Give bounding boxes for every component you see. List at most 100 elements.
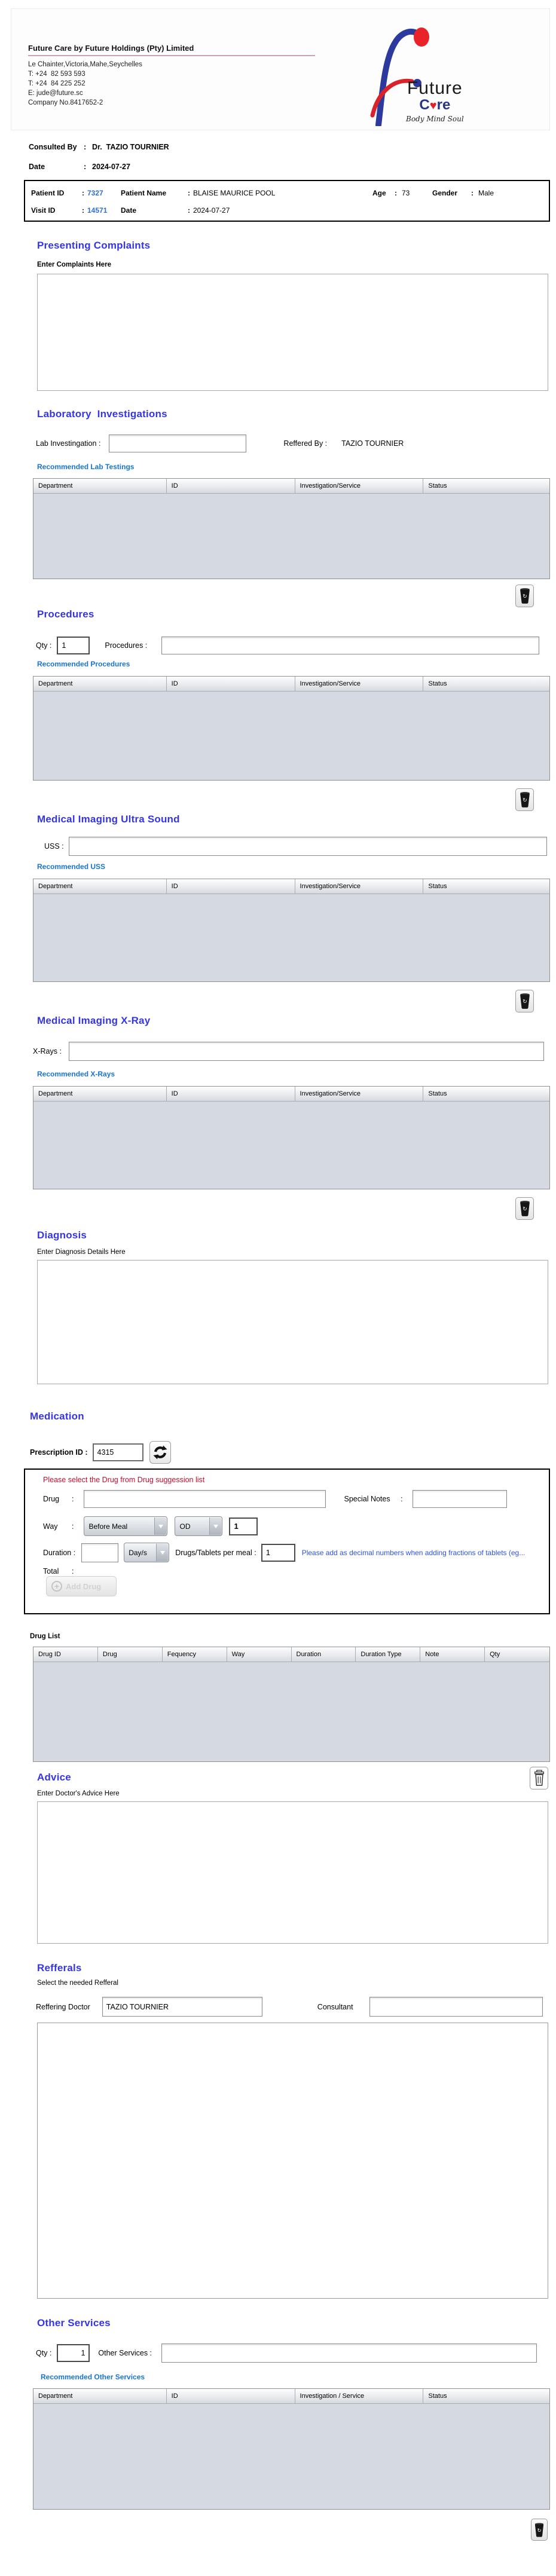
duration-input[interactable] xyxy=(81,1543,119,1562)
col-note: Note xyxy=(420,1647,485,1662)
drug-input[interactable] xyxy=(84,1490,326,1508)
patient-name-label: Patient Name xyxy=(121,189,167,197)
fraction-note: Please add as decimal numbers when addin… xyxy=(301,1548,524,1557)
per-meal-input[interactable] xyxy=(261,1543,295,1562)
referrals-input-row: Reffering Doctor Consultant xyxy=(36,1997,556,2017)
visit-id-label: Visit ID xyxy=(31,206,56,215)
recommended-uss-link: Recommended USS xyxy=(37,862,106,871)
way-qty-input[interactable] xyxy=(229,1517,258,1535)
drug-suggestion-warning: Please select the Drug from Drug suggess… xyxy=(43,1476,205,1484)
drug-list-table-body xyxy=(33,1662,549,1761)
company-info: Future Care by Future Holdings (Pty) Lim… xyxy=(28,44,315,108)
svg-text:↻: ↻ xyxy=(537,2527,542,2533)
consultation-page: Future Care by Future Holdings (Pty) Lim… xyxy=(0,0,556,2576)
col-status: Status xyxy=(423,479,549,494)
prescription-refresh-button[interactable] xyxy=(149,1441,171,1464)
duration-row: Duration : Day/s Drugs/Tablets per meal … xyxy=(43,1543,524,1562)
way-meal-dropdown[interactable]: Before Meal xyxy=(84,1516,168,1536)
heart-icon xyxy=(430,97,437,113)
procedures-input[interactable] xyxy=(161,637,540,654)
recommended-lab-testings-link: Recommended Lab Testings xyxy=(37,463,135,471)
lab-testings-table: Department ID Investigation/Service Stat… xyxy=(33,478,550,579)
logo-word-future: Future xyxy=(407,78,463,98)
consultant-input[interactable] xyxy=(369,1997,543,2017)
date-label: Date xyxy=(29,163,45,171)
section-title-referrals: Refferals xyxy=(37,1962,82,1974)
duration-type-dropdown[interactable]: Day/s xyxy=(124,1543,170,1562)
xray-table-body xyxy=(33,1102,549,1189)
other-services-delete-button[interactable]: ↻ xyxy=(531,2519,548,2541)
col-id: ID xyxy=(166,479,295,494)
patient-id-label: Patient ID xyxy=(31,189,65,197)
chevron-down-icon xyxy=(209,1518,222,1535)
procedures-delete-button[interactable]: ↻ xyxy=(515,788,534,811)
col-department: Department xyxy=(33,2389,167,2404)
uss-input[interactable] xyxy=(68,837,547,856)
patient-info-box: Patient ID : 7327 Patient Name : BLAISE … xyxy=(24,180,550,222)
complaints-textarea[interactable] xyxy=(37,274,548,391)
other-services-input-row: Qty : Other Services : xyxy=(36,2344,556,2363)
consultation-date-row: Date : 2024-07-27 xyxy=(29,163,130,171)
section-title-ultrasound: Medical Imaging Ultra Sound xyxy=(37,813,180,825)
logo-tagline: Body Mind Soul xyxy=(406,115,464,123)
drug-label: Drug xyxy=(43,1495,60,1503)
other-services-table: Department ID Investigation / Service St… xyxy=(33,2388,550,2510)
uss-delete-button[interactable]: ↻ xyxy=(515,990,534,1012)
drug-list-label: Drug List xyxy=(30,1633,60,1640)
section-title-laboratory: Laboratory Investigations xyxy=(37,408,167,420)
diagnosis-textarea[interactable] xyxy=(37,1260,548,1384)
other-services-qty-input[interactable] xyxy=(57,2344,90,2362)
col-status: Status xyxy=(423,677,549,692)
col-investigation-service: Investigation / Service xyxy=(295,2389,424,2404)
special-notes-input[interactable] xyxy=(412,1490,507,1508)
chevron-down-icon xyxy=(156,1544,169,1561)
add-drug-button[interactable]: + Add Drug xyxy=(46,1576,117,1596)
company-number: Company No.8417652-2 xyxy=(28,99,103,106)
xray-label: X-Rays : xyxy=(33,1047,62,1056)
col-status: Status xyxy=(423,1087,549,1102)
col-id: ID xyxy=(166,1087,295,1102)
col-investigation-service: Investigation/Service xyxy=(295,479,424,494)
plus-circle-icon: + xyxy=(51,1581,62,1592)
col-investigation-service: Investigation/Service xyxy=(295,677,424,692)
other-services-table-body xyxy=(33,2404,549,2509)
advice-textarea[interactable] xyxy=(37,1801,548,1944)
procedures-label: Procedures : xyxy=(105,641,148,650)
xray-delete-button[interactable]: ↻ xyxy=(515,1197,534,1220)
uss-label: USS : xyxy=(44,842,64,850)
logo-word-care: Cre xyxy=(406,97,464,114)
drug-list-table: Drug ID Drug Fequency Way Duration Durat… xyxy=(33,1647,550,1762)
recommended-other-services-link: Recommended Other Services xyxy=(41,2373,145,2381)
lab-input-row: Lab Investingation : Reffered By : TAZIO… xyxy=(36,435,556,452)
uss-trash-row: ↻ xyxy=(0,990,556,1012)
referring-doctor-input[interactable] xyxy=(102,1997,262,2017)
col-drug-id: Drug ID xyxy=(33,1647,98,1662)
prescription-id-label: Prescription ID : xyxy=(30,1448,88,1457)
procedures-qty-input[interactable] xyxy=(57,637,90,654)
logo-text: Future Cre Body Mind Soul xyxy=(406,79,464,124)
way-label: Way xyxy=(43,1522,58,1531)
consulted-by-row: Consulted By : Dr. TAZIO TOURNIER xyxy=(29,143,169,151)
prescription-id-input[interactable] xyxy=(92,1443,143,1461)
svg-text:↻: ↻ xyxy=(523,593,527,599)
other-services-trash-row: ↻ xyxy=(0,2519,556,2541)
lab-investigation-input[interactable] xyxy=(109,435,247,452)
col-department: Department xyxy=(33,479,167,494)
way-frequency-value: OD xyxy=(179,1522,191,1531)
company-address: Le Chainter,Victoria,Mahe,Seychelles xyxy=(28,61,142,68)
uss-table: Department ID Investigation/Service Stat… xyxy=(33,879,550,982)
uss-table-header: Department ID Investigation/Service Stat… xyxy=(33,879,549,894)
drug-list-delete-button[interactable] xyxy=(530,1767,548,1789)
other-services-input[interactable] xyxy=(161,2344,537,2363)
way-frequency-dropdown[interactable]: OD xyxy=(175,1516,223,1536)
procedures-table-body xyxy=(33,692,549,780)
chevron-down-icon xyxy=(154,1518,167,1535)
lab-delete-button[interactable]: ↻ xyxy=(515,585,534,607)
duration-type-value: Day/s xyxy=(129,1548,147,1557)
visit-date-label: Date xyxy=(121,206,137,215)
referred-by-value: TAZIO TOURNIER xyxy=(341,439,404,448)
lab-investigation-label: Lab Investingation : xyxy=(36,439,101,448)
future-care-logo: Future Cre Body Mind Soul xyxy=(359,25,497,126)
xray-table: Department ID Investigation/Service Stat… xyxy=(33,1086,550,1189)
xray-input[interactable] xyxy=(68,1042,544,1061)
